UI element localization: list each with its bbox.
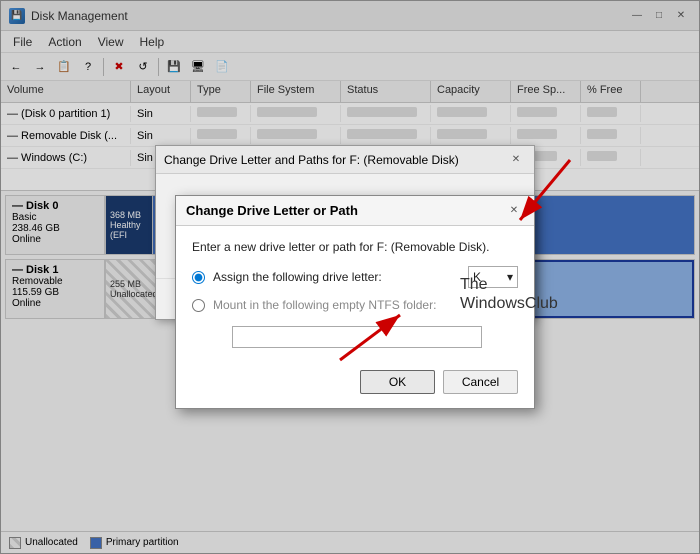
assign-radio-label: Assign the following drive letter: bbox=[213, 270, 382, 284]
assign-radio-row: Assign the following drive letter: K ▾ bbox=[192, 266, 518, 288]
inner-dialog-title-bar: Change Drive Letter or Path ✕ bbox=[176, 196, 534, 226]
inner-dialog-buttons: OK Cancel bbox=[176, 362, 534, 408]
inner-dialog-ok-button[interactable]: OK bbox=[360, 370, 435, 394]
arrow-from-top-right bbox=[500, 155, 580, 235]
dropdown-arrow-icon: ▾ bbox=[507, 270, 513, 284]
arrow-to-ok bbox=[330, 305, 410, 365]
outer-dialog-title-bar: Change Drive Letter and Paths for F: (Re… bbox=[156, 146, 534, 174]
mount-radio-input[interactable] bbox=[192, 299, 205, 312]
inner-dialog-cancel-button[interactable]: Cancel bbox=[443, 370, 518, 394]
outer-dialog-title-text: Change Drive Letter and Paths for F: (Re… bbox=[164, 153, 459, 167]
inner-dialog-title-text: Change Drive Letter or Path bbox=[186, 203, 358, 218]
inner-dialog-description: Enter a new drive letter or path for F: … bbox=[192, 240, 518, 254]
drive-letter-dropdown[interactable]: K ▾ bbox=[468, 266, 518, 288]
assign-radio-input[interactable] bbox=[192, 271, 205, 284]
drive-letter-value: K bbox=[473, 270, 481, 284]
inner-dialog: Change Drive Letter or Path ✕ Enter a ne… bbox=[175, 195, 535, 409]
